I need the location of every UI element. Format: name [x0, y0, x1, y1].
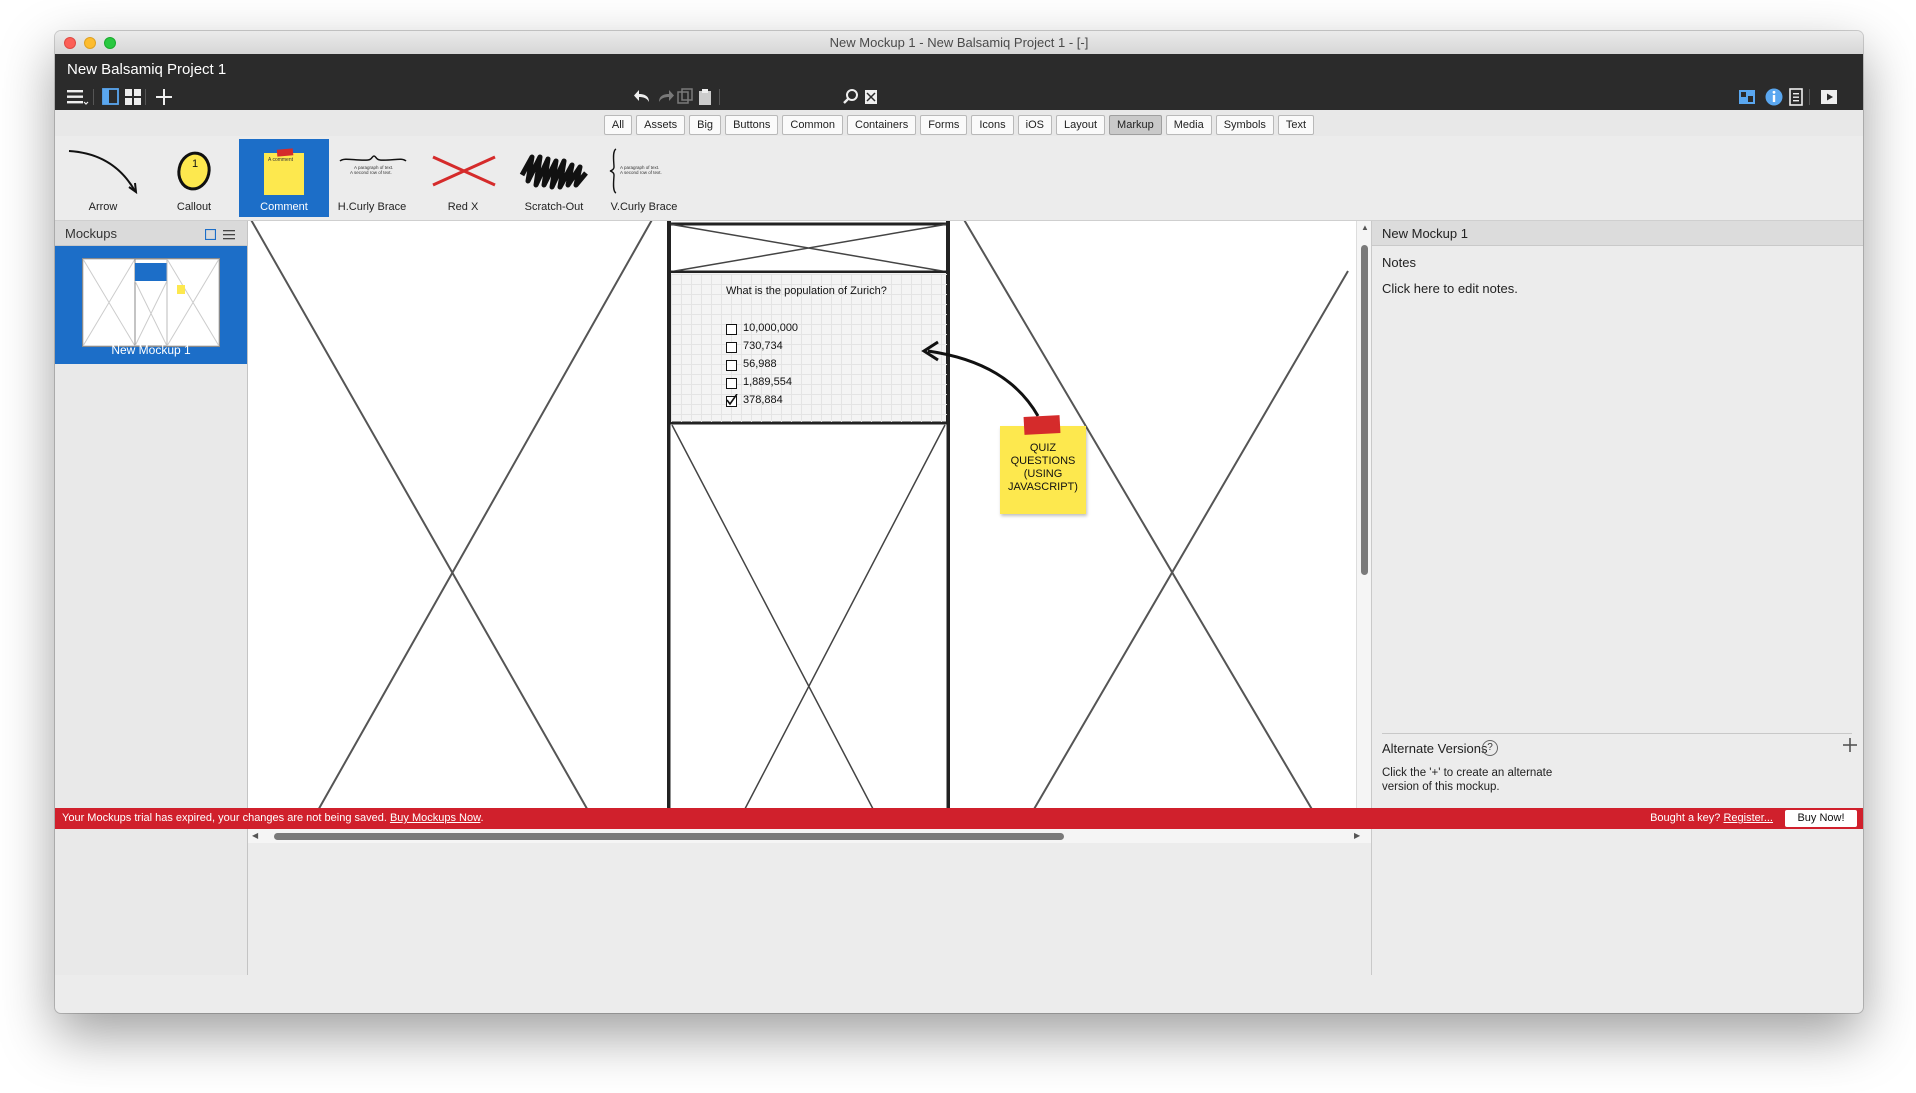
comment-thumbnail: A comment: [264, 148, 304, 195]
library-tab-common[interactable]: Common: [782, 115, 843, 135]
scratch-out-thumbnail: [519, 154, 588, 190]
scroll-right-arrow[interactable]: ▶: [1354, 831, 1360, 841]
app-header: New Balsamiq Project 1: [55, 54, 1863, 110]
trial-expired-bar: Your Mockups trial has expired, your cha…: [55, 808, 1863, 829]
list-view-icon[interactable]: [223, 227, 235, 245]
control-red-x[interactable]: Red X: [418, 139, 508, 217]
control-label: Arrow: [88, 201, 118, 213]
quick-add-icon[interactable]: [859, 87, 883, 109]
ui-library-shelf: Arrow 1 Callout A comment Comment A para…: [55, 136, 1863, 221]
sticky-note-comment[interactable]: QUIZ QUESTIONS (USING JAVASCRIPT): [1000, 415, 1086, 514]
mockup-item[interactable]: New Mockup 1: [55, 246, 247, 364]
buy-now-button[interactable]: Buy Now!: [1785, 810, 1857, 827]
mockups-title: Mockups: [65, 226, 118, 241]
scroll-up-arrow[interactable]: ▲: [1361, 223, 1369, 233]
help-icon[interactable]: ?: [1482, 740, 1498, 756]
control-v-curly-brace[interactable]: A paragraph of text. A second row of text…: [599, 139, 689, 217]
control-label: Comment: [260, 201, 308, 213]
library-tab-big[interactable]: Big: [689, 115, 722, 135]
library-tab-text[interactable]: Text: [1277, 115, 1315, 135]
control-label: Callout: [176, 201, 212, 213]
single-panel-icon[interactable]: [99, 87, 123, 109]
mockup-label: New Mockup 1: [111, 343, 191, 357]
register-prompt: Bought a key? Register...: [1650, 812, 1773, 824]
library-tab-icons[interactable]: Icons: [971, 115, 1014, 135]
mockup-canvas[interactable]: What is the population of Zurich? 10,000…: [248, 221, 1356, 828]
app-window: New Mockup 1 - New Balsamiq Project 1 - …: [55, 31, 1863, 1013]
callout-thumbnail: 1: [177, 151, 211, 191]
vertical-scrollbar[interactable]: ▲ ▼: [1356, 221, 1371, 828]
notes-icon[interactable]: [1784, 87, 1808, 109]
markup-arrow: [921, 340, 1040, 417]
undo-icon[interactable]: [631, 87, 655, 109]
library-tab-all[interactable]: All: [603, 115, 633, 135]
sticky-note-tape: [1023, 415, 1061, 435]
alternate-versions-label: Alternate Versions: [1382, 741, 1488, 756]
library-tab-forms[interactable]: Forms: [920, 115, 968, 135]
mockup-name: New Mockup 1: [1382, 226, 1468, 241]
ui-library-tabs: All Assets Big Buttons Common Containers Forms…: [55, 110, 1863, 136]
title-bar: New Mockup 1 - New Balsamiq Project 1 - …: [55, 31, 1863, 55]
present-icon[interactable]: [1817, 87, 1841, 109]
library-tab-markup[interactable]: Markup: [1109, 115, 1162, 135]
control-arrow[interactable]: Arrow: [58, 139, 148, 217]
add-icon[interactable]: [152, 87, 176, 109]
arrow-thumbnail: [68, 150, 138, 195]
library-tab-media[interactable]: Media: [1165, 115, 1212, 135]
horizontal-scrollbar[interactable]: ◀ ▶: [248, 828, 1371, 843]
properties-panel: New Mockup 1 Notes Click here to edit no…: [1371, 221, 1863, 975]
control-label: Scratch-Out: [524, 201, 584, 213]
library-tab-symbols[interactable]: Symbols: [1215, 115, 1274, 135]
project-title: New Balsamiq Project 1: [67, 61, 227, 78]
divider: [1382, 733, 1852, 734]
buy-mockups-link[interactable]: Buy Mockups Now: [390, 812, 480, 824]
navigator-icon[interactable]: [1735, 87, 1759, 109]
library-tab-ios[interactable]: iOS: [1017, 115, 1053, 135]
scroll-left-arrow[interactable]: ◀: [252, 831, 258, 841]
mockup-thumbnail: [82, 258, 220, 347]
mockups-sidebar: Mockups New Mockup 1: [55, 221, 248, 975]
alternate-versions-hint-line2: version of this mockup.: [1382, 781, 1500, 793]
control-scratch-out[interactable]: Scratch-Out: [509, 139, 599, 217]
window-title: New Mockup 1 - New Balsamiq Project 1 - …: [829, 35, 1089, 50]
h-curly-brace-thumbnail: A paragraph of text.A second row of text…: [339, 155, 407, 175]
info-icon[interactable]: [1762, 87, 1786, 109]
grid-view-icon[interactable]: [121, 87, 145, 109]
control-label: H.Curly Brace: [337, 201, 407, 213]
thumbnail-view-icon[interactable]: [204, 227, 217, 245]
mockups-header: Mockups: [55, 221, 247, 246]
library-tab-containers[interactable]: Containers: [847, 115, 917, 135]
horizontal-scroll-thumb[interactable]: [274, 833, 1064, 840]
control-label: Red X: [447, 201, 479, 213]
v-curly-brace-thumbnail: A paragraph of text.A second row of text…: [609, 148, 662, 194]
menu-icon[interactable]: [65, 87, 89, 109]
vertical-scroll-thumb[interactable]: [1361, 245, 1368, 575]
svg-text:A comment: A comment: [268, 157, 294, 163]
paste-icon[interactable]: [693, 87, 717, 109]
add-alternate-version-icon[interactable]: [1842, 737, 1858, 758]
library-tab-layout[interactable]: Layout: [1056, 115, 1106, 135]
svg-text:1: 1: [192, 158, 198, 170]
library-tab-buttons[interactable]: Buttons: [725, 115, 779, 135]
properties-header: New Mockup 1: [1372, 221, 1863, 246]
alternate-versions-hint-line1: Click the '+' to create an alternate: [1382, 767, 1553, 779]
notes-field[interactable]: Click here to edit notes.: [1382, 281, 1518, 296]
control-label: V.Curly Brace: [610, 201, 678, 213]
sticky-note-text: QUIZ QUESTIONS (USING JAVASCRIPT): [1008, 442, 1078, 493]
control-comment[interactable]: A comment Comment: [239, 139, 329, 217]
trial-message: Your Mockups trial has expired, your cha…: [62, 812, 484, 824]
control-h-curly-brace[interactable]: A paragraph of text. A second row of text…: [327, 139, 417, 217]
control-callout[interactable]: 1 Callout: [149, 139, 239, 217]
notes-label: Notes: [1382, 255, 1416, 270]
register-link[interactable]: Register...: [1723, 812, 1773, 824]
svg-text:A second row of text.: A second row of text.: [620, 170, 662, 175]
red-x-thumbnail: [432, 155, 496, 187]
svg-text:A second row of text.: A second row of text.: [350, 170, 392, 175]
library-tab-assets[interactable]: Assets: [636, 115, 686, 135]
